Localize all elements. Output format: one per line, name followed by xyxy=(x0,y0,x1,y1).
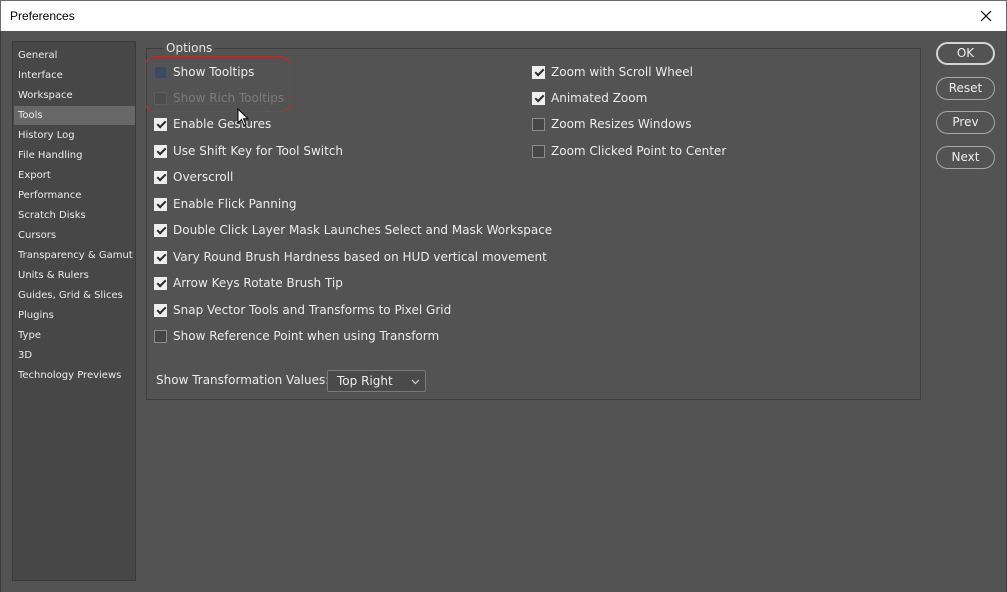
animated-zoom-checkbox[interactable] xyxy=(532,91,545,105)
flick-panning-checkbox[interactable] xyxy=(154,197,167,211)
snap-pixel-grid-checkbox[interactable] xyxy=(154,303,167,317)
option-label: Zoom Resizes Windows xyxy=(551,117,692,131)
reference-point-checkbox[interactable] xyxy=(154,329,167,343)
next-button[interactable]: Next xyxy=(936,146,995,169)
sidebar-item-scratch-disks[interactable]: Scratch Disks xyxy=(14,206,135,225)
sidebar-item-guides-grid-slices[interactable]: Guides, Grid & Slices xyxy=(14,286,135,305)
option-label: Arrow Keys Rotate Brush Tip xyxy=(173,276,343,290)
option-shift-key-tool-switch[interactable]: Use Shift Key for Tool Switch xyxy=(154,142,343,160)
ok-button[interactable]: OK xyxy=(936,42,995,65)
enable-gestures-checkbox[interactable] xyxy=(154,117,167,131)
option-label: Enable Gestures xyxy=(173,117,272,131)
option-zoom-resizes-windows[interactable]: Zoom Resizes Windows xyxy=(532,115,692,133)
option-reference-point[interactable]: Show Reference Point when using Transfor… xyxy=(154,327,439,345)
sidebar-item-technology-previews[interactable]: Technology Previews xyxy=(14,366,135,385)
option-label: Show Reference Point when using Transfor… xyxy=(173,329,440,343)
reset-button[interactable]: Reset xyxy=(936,77,995,100)
option-label: Overscroll xyxy=(173,170,234,184)
option-zoom-clicked-point[interactable]: Zoom Clicked Point to Center xyxy=(532,142,726,160)
option-label: Use Shift Key for Tool Switch xyxy=(173,144,344,158)
sidebar-item-workspace[interactable]: Workspace xyxy=(14,86,135,105)
transform-values-selected: Top Right xyxy=(337,374,393,388)
window-title: Preferences xyxy=(10,9,75,23)
vary-brush-hardness-checkbox[interactable] xyxy=(154,250,167,264)
prev-button[interactable]: Prev xyxy=(936,111,995,134)
dialog-body: General Interface Workspace Tools Histor… xyxy=(0,31,1007,592)
option-label: Animated Zoom xyxy=(551,91,648,105)
close-icon[interactable] xyxy=(976,6,996,26)
sidebar-item-export[interactable]: Export xyxy=(14,166,135,185)
layer-mask-checkbox[interactable] xyxy=(154,223,167,237)
option-arrow-keys-rotate[interactable]: Arrow Keys Rotate Brush Tip xyxy=(154,274,343,292)
sidebar-item-file-handling[interactable]: File Handling xyxy=(14,146,135,165)
options-group-label: Options xyxy=(163,41,216,55)
sidebar-item-type[interactable]: Type xyxy=(14,326,135,345)
option-flick-panning[interactable]: Enable Flick Panning xyxy=(154,195,296,213)
sidebar-item-transparency-gamut[interactable]: Transparency & Gamut xyxy=(14,246,135,265)
chevron-down-icon xyxy=(411,379,420,385)
option-vary-brush-hardness[interactable]: Vary Round Brush Hardness based on HUD v… xyxy=(154,248,547,266)
option-label: Zoom Clicked Point to Center xyxy=(551,144,727,158)
option-animated-zoom[interactable]: Animated Zoom xyxy=(532,89,647,107)
zoom-resizes-windows-checkbox[interactable] xyxy=(532,117,545,131)
sidebar-item-tools[interactable]: Tools xyxy=(14,106,135,125)
title-bar: Preferences xyxy=(0,0,1007,31)
sidebar-item-history-log[interactable]: History Log xyxy=(14,126,135,145)
preferences-sidebar: General Interface Workspace Tools Histor… xyxy=(12,41,136,581)
sidebar-item-performance[interactable]: Performance xyxy=(14,186,135,205)
option-enable-gestures[interactable]: Enable Gestures xyxy=(154,115,271,133)
option-label: Enable Flick Panning xyxy=(173,197,297,211)
sidebar-item-plugins[interactable]: Plugins xyxy=(14,306,135,325)
sidebar-item-interface[interactable]: Interface xyxy=(14,66,135,85)
sidebar-item-general[interactable]: General xyxy=(14,46,135,65)
transform-values-label: Show Transformation Values: xyxy=(156,373,330,387)
sidebar-item-3d[interactable]: 3D xyxy=(14,346,135,365)
option-label: Zoom with Scroll Wheel xyxy=(551,65,693,79)
mouse-pointer-icon xyxy=(237,108,249,127)
highlight-annotation xyxy=(145,56,290,112)
option-zoom-scroll-wheel[interactable]: Zoom with Scroll Wheel xyxy=(532,63,693,81)
shift-key-checkbox[interactable] xyxy=(154,144,167,158)
zoom-clicked-point-checkbox[interactable] xyxy=(532,144,545,158)
option-overscroll[interactable]: Overscroll xyxy=(154,168,233,186)
arrow-keys-rotate-checkbox[interactable] xyxy=(154,276,167,290)
option-label: Snap Vector Tools and Transforms to Pixe… xyxy=(173,303,452,317)
zoom-scroll-wheel-checkbox[interactable] xyxy=(532,65,545,79)
option-label: Vary Round Brush Hardness based on HUD v… xyxy=(173,250,547,264)
sidebar-item-units-rulers[interactable]: Units & Rulers xyxy=(14,266,135,285)
option-snap-pixel-grid[interactable]: Snap Vector Tools and Transforms to Pixe… xyxy=(154,301,451,319)
transform-values-select[interactable]: Top Right xyxy=(327,370,426,392)
overscroll-checkbox[interactable] xyxy=(154,170,167,184)
option-label: Double Click Layer Mask Launches Select … xyxy=(173,223,553,237)
sidebar-item-cursors[interactable]: Cursors xyxy=(14,226,135,245)
option-layer-mask-select-mask[interactable]: Double Click Layer Mask Launches Select … xyxy=(154,221,552,239)
